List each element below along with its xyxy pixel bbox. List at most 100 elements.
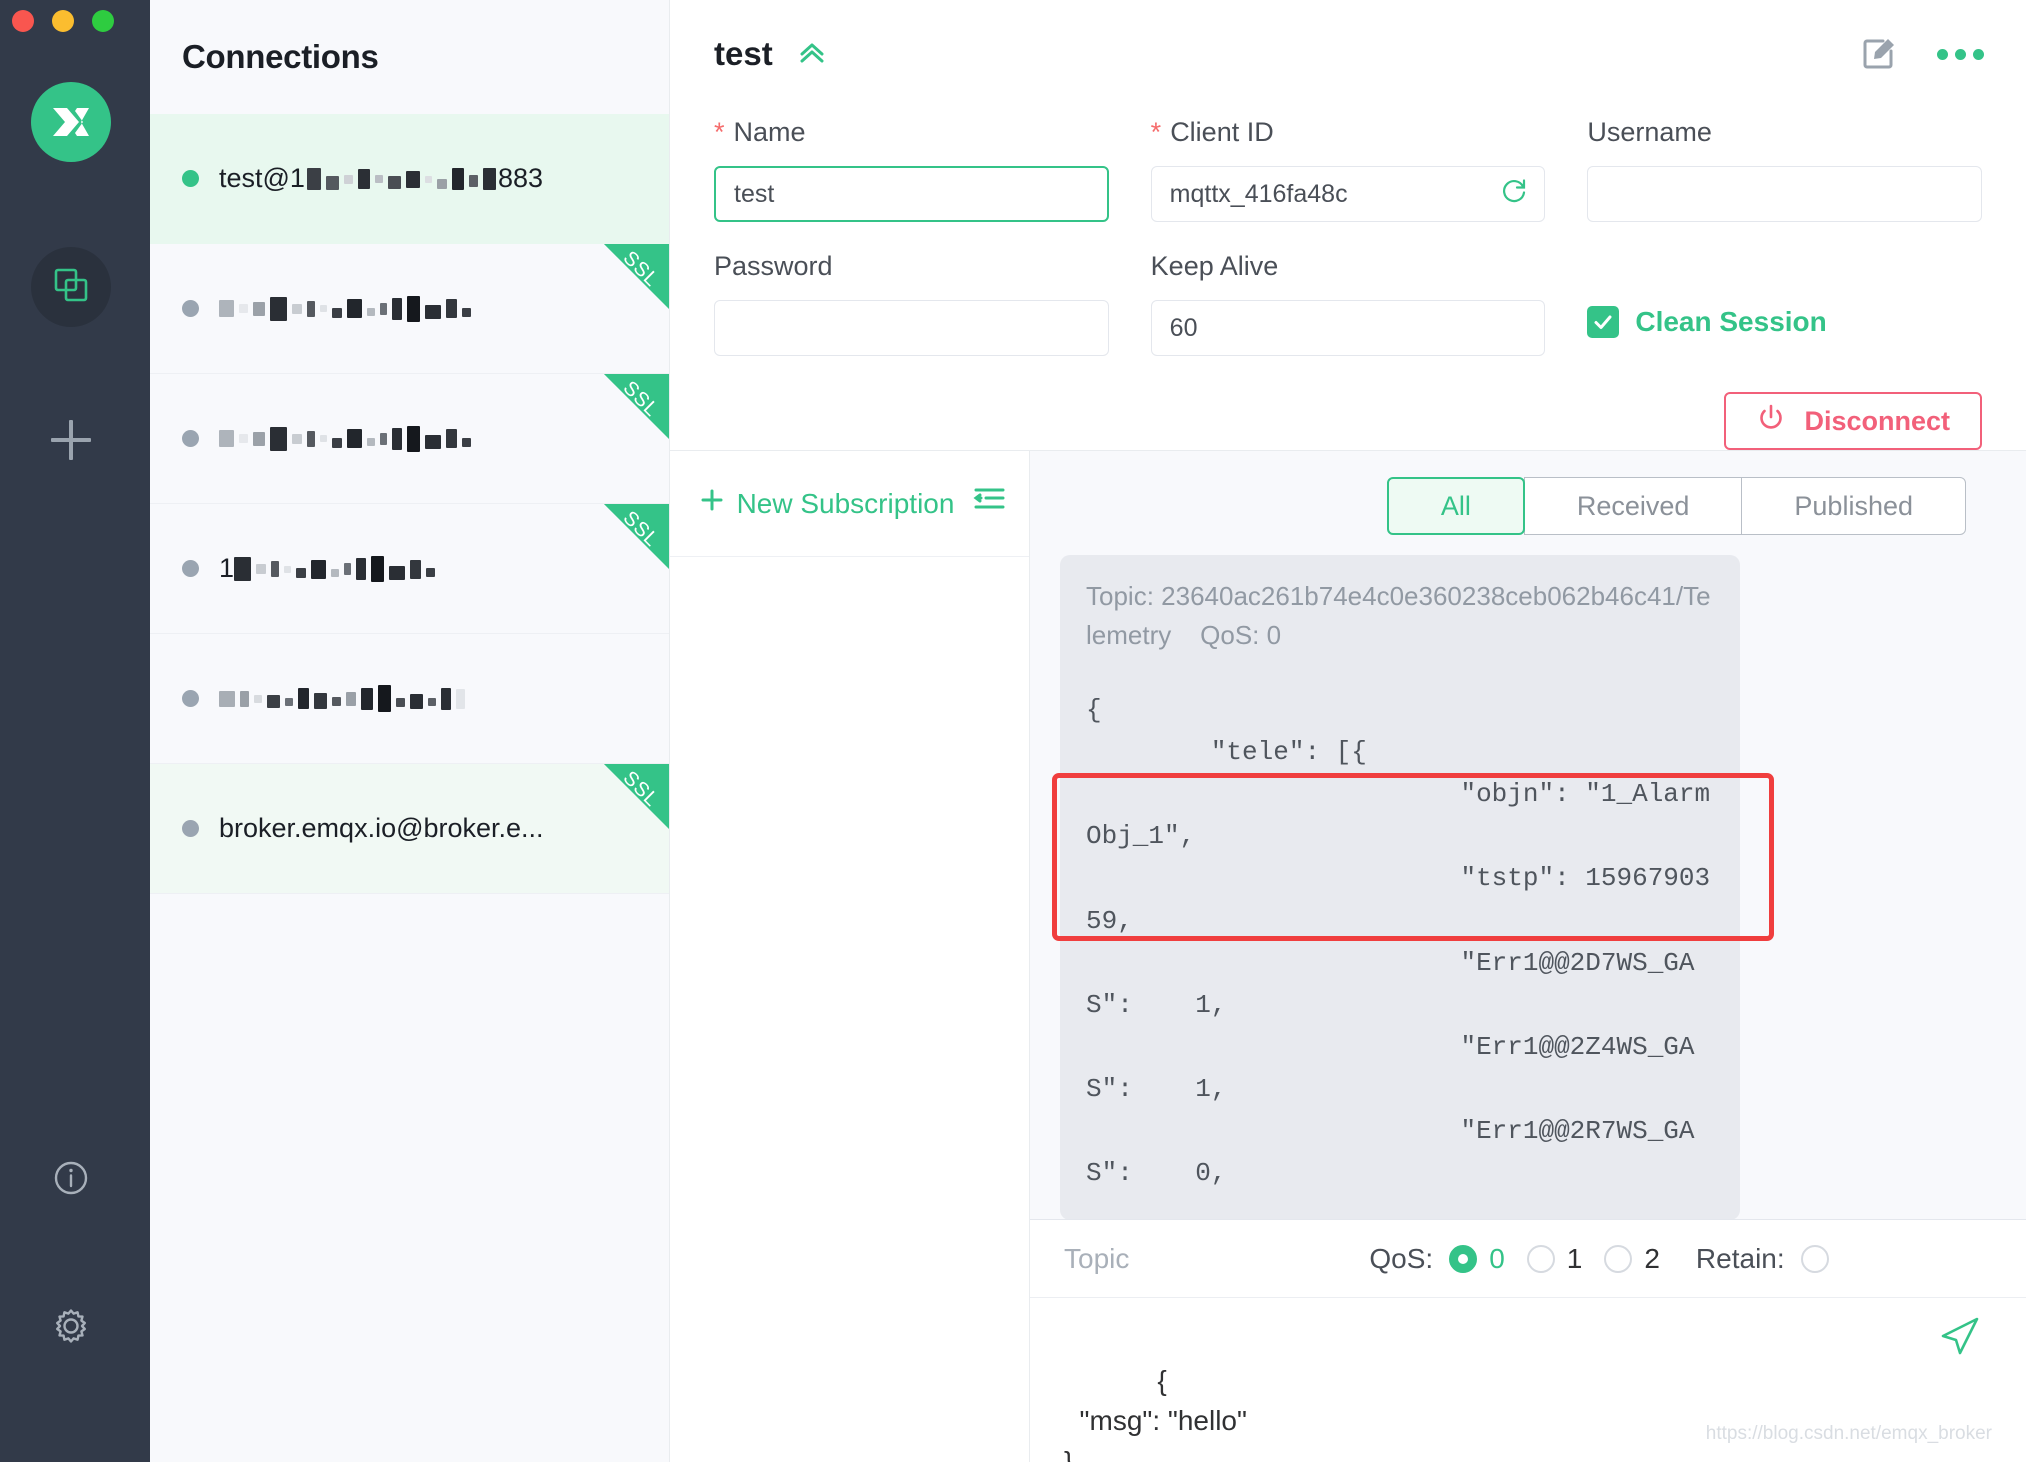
page-title: Connections xyxy=(150,0,669,76)
plus-icon xyxy=(31,400,111,480)
connection-name: broker.emqx.io@broker.e... xyxy=(219,813,544,844)
status-dot-disconnected xyxy=(182,820,199,837)
status-dot-connected xyxy=(182,170,199,187)
window-traffic-lights xyxy=(12,10,114,32)
lower-split: New Subscription All Receive xyxy=(670,450,2026,1462)
power-icon xyxy=(1756,403,1786,440)
main-header: test xyxy=(670,0,2026,108)
maximize-window-button[interactable] xyxy=(92,10,114,32)
watermark-text: https://blog.csdn.net/emqx_broker xyxy=(1706,1420,1992,1448)
form-row-1: * Name test * Client ID mqttx_416fa48c xyxy=(714,114,1982,222)
field-name: * Name test xyxy=(714,114,1109,222)
message-bubble[interactable]: Topic: 23640ac261b74e4c0e360238ceb062b46… xyxy=(1060,555,1740,1219)
left-rail xyxy=(0,0,150,1462)
sidebar-item-connections[interactable] xyxy=(31,247,111,327)
checkbox-checked-icon xyxy=(1587,306,1619,338)
status-dot-disconnected xyxy=(182,560,199,577)
settings-button[interactable] xyxy=(31,1288,111,1368)
qos-label: QoS: xyxy=(1369,1243,1433,1275)
collapse-list-icon[interactable] xyxy=(972,486,1006,521)
status-dot-disconnected xyxy=(182,430,199,447)
connection-name: 1 xyxy=(219,553,435,585)
tab-published[interactable]: Published xyxy=(1741,477,1966,535)
status-dot-disconnected xyxy=(182,300,199,317)
status-dot-disconnected xyxy=(182,690,199,707)
connection-list-item[interactable]: SSL xyxy=(150,244,669,374)
plus-icon xyxy=(699,487,725,520)
new-subscription-button[interactable]: New Subscription xyxy=(699,487,955,520)
disconnect-button[interactable]: Disconnect xyxy=(1724,392,1982,450)
send-icon[interactable] xyxy=(1827,1273,1982,1412)
publish-bar: Topic QoS: 0 1 2 xyxy=(1030,1219,2026,1462)
radio-icon xyxy=(1604,1245,1632,1273)
chevron-double-up-icon[interactable] xyxy=(795,35,829,74)
more-horizontal-icon[interactable] xyxy=(1937,49,1984,60)
required-marker: * xyxy=(714,119,725,146)
about-button[interactable] xyxy=(31,1140,111,1220)
app-window: Connections test@1 883 SSL xyxy=(0,0,2026,1462)
subscriptions-panel: New Subscription xyxy=(670,451,1030,1462)
connection-list-item[interactable] xyxy=(150,634,669,764)
gear-icon xyxy=(49,1304,93,1353)
new-connection-button[interactable] xyxy=(31,400,111,480)
radio-selected-icon xyxy=(1449,1245,1477,1273)
close-window-button[interactable] xyxy=(12,10,34,32)
keep-alive-label: Keep Alive xyxy=(1151,248,1546,284)
radio-icon xyxy=(1527,1245,1555,1273)
name-label: * Name xyxy=(714,114,1109,150)
tab-received[interactable]: Received xyxy=(1524,477,1743,535)
connections-panel: Connections test@1 883 SSL xyxy=(150,0,670,1462)
password-input[interactable] xyxy=(714,300,1109,356)
refresh-icon[interactable] xyxy=(1500,177,1528,212)
connection-name xyxy=(219,294,471,324)
info-icon xyxy=(50,1157,92,1204)
messages-scroll-area[interactable]: Topic: 23640ac261b74e4c0e360238ceb062b46… xyxy=(1030,535,2026,1219)
client-id-label: * Client ID xyxy=(1151,114,1546,150)
qos-radio-2[interactable]: 2 xyxy=(1604,1243,1660,1275)
qos-radio-0[interactable]: 0 xyxy=(1449,1243,1505,1275)
publish-topic-input[interactable]: Topic xyxy=(1064,1243,1129,1275)
connection-list-item[interactable]: SSL xyxy=(150,374,669,504)
connections-icon xyxy=(51,265,91,310)
field-password: Password xyxy=(714,248,1109,356)
retain-checkbox[interactable] xyxy=(1801,1245,1829,1273)
clean-session-toggle[interactable]: Clean Session xyxy=(1587,294,1982,350)
connection-name xyxy=(219,684,465,714)
name-input[interactable]: test xyxy=(714,166,1109,222)
username-input[interactable] xyxy=(1587,166,1982,222)
field-keep-alive: Keep Alive 60 xyxy=(1151,248,1546,356)
message-topic-line: Topic: 23640ac261b74e4c0e360238ceb062b46… xyxy=(1086,577,1714,655)
ssl-badge: SSL xyxy=(577,244,669,336)
clean-session-label: Clean Session xyxy=(1635,306,1826,338)
tab-all[interactable]: All xyxy=(1387,477,1525,535)
publish-payload-editor[interactable]: { "msg": "hello" } https://blog.csdn.net… xyxy=(1030,1298,2026,1462)
main-area: test * xyxy=(670,0,2026,1462)
field-client-id: * Client ID mqttx_416fa48c xyxy=(1151,114,1546,222)
disconnect-row: Disconnect xyxy=(714,382,1982,450)
message-payload: { "tele": [{ "objn": "1_AlarmObj_1", "ts… xyxy=(1086,689,1714,1194)
connection-form: * Name test * Client ID mqttx_416fa48c xyxy=(670,108,2026,450)
qos-radio-1[interactable]: 1 xyxy=(1527,1243,1583,1275)
edit-square-icon[interactable] xyxy=(1861,36,1897,72)
field-clean-session: Clean Session xyxy=(1587,248,1982,356)
mqttx-logo-icon xyxy=(31,82,111,162)
subscriptions-header: New Subscription xyxy=(670,451,1029,557)
username-label: Username xyxy=(1587,114,1982,150)
minimize-window-button[interactable] xyxy=(52,10,74,32)
connection-list-item[interactable]: test@1 883 xyxy=(150,114,669,244)
connection-list-item[interactable]: 1 SSL xyxy=(150,504,669,634)
retain-label: Retain: xyxy=(1696,1243,1785,1275)
form-row-2: Password Keep Alive 60 xyxy=(714,248,1982,356)
connections-list: test@1 883 SSL xyxy=(150,114,669,894)
field-username: Username xyxy=(1587,114,1982,222)
message-filter-tabs: All Received Published xyxy=(1030,451,2026,535)
ssl-badge: SSL xyxy=(577,504,669,596)
connection-list-item[interactable]: broker.emqx.io@broker.e... SSL xyxy=(150,764,669,894)
messages-panel: All Received Published Topic: 23640ac261… xyxy=(1030,451,2026,1462)
client-id-input[interactable]: mqttx_416fa48c xyxy=(1151,166,1546,222)
connection-name: test@1 883 xyxy=(219,163,543,195)
publish-payload-text: { "msg": "hello" } xyxy=(1064,1365,1247,1462)
ssl-badge: SSL xyxy=(577,374,669,466)
keep-alive-input[interactable]: 60 xyxy=(1151,300,1546,356)
password-label: Password xyxy=(714,248,1109,284)
